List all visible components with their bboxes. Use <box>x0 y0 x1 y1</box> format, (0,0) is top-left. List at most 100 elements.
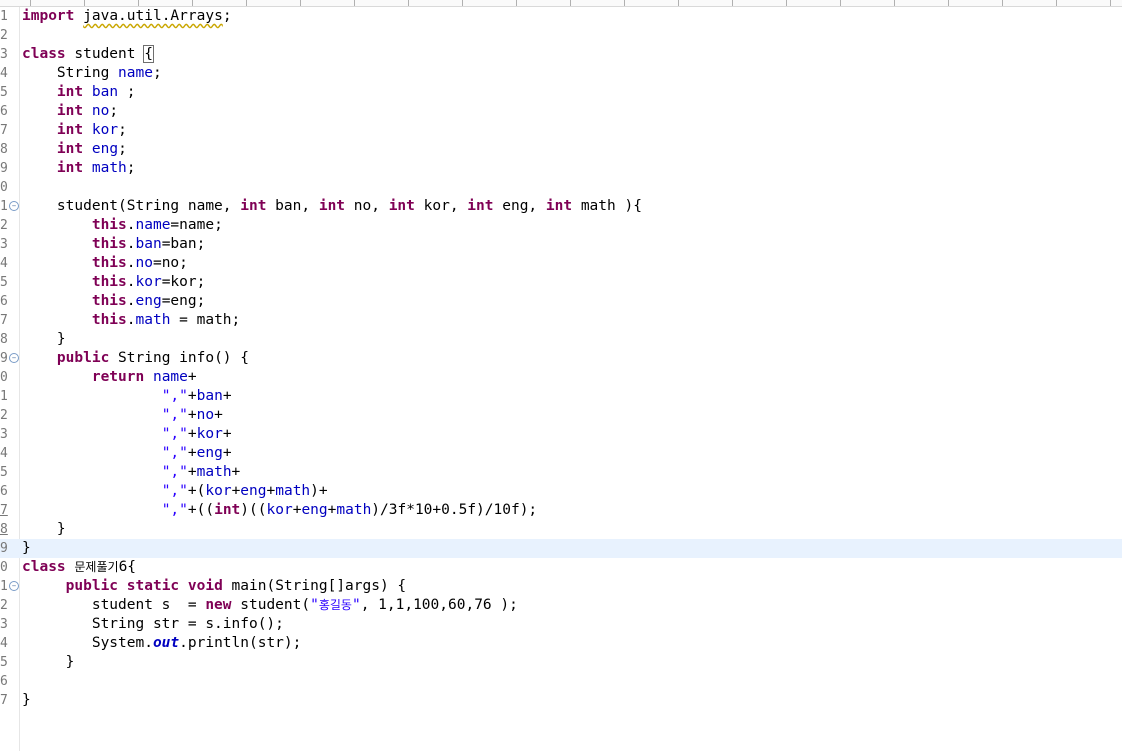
code-text[interactable]: ","+kor+ <box>22 425 232 444</box>
code-text[interactable]: System.out.println(str); <box>22 634 302 653</box>
code-text[interactable]: this.name=name; <box>22 216 223 235</box>
collapse-fold-icon[interactable]: − <box>9 353 19 363</box>
code-token: student(String name, <box>22 198 241 214</box>
code-line[interactable]: 6 this.eng=eng; <box>0 292 1122 311</box>
code-line[interactable]: 6 int no; <box>0 102 1122 121</box>
code-text[interactable]: ","+math+ <box>22 463 241 482</box>
code-text[interactable]: ","+((int)((kor+eng+math)/3f*10+0.5f)/10… <box>22 501 537 520</box>
code-line[interactable]: 3 ","+kor+ <box>0 425 1122 444</box>
code-line[interactable]: 5 this.kor=kor; <box>0 273 1122 292</box>
code-text[interactable]: this.ban=ban; <box>22 235 206 254</box>
code-line[interactable]: 6 <box>0 672 1122 691</box>
code-line[interactable]: 7 int kor; <box>0 121 1122 140</box>
code-text[interactable]: student s = new student("홍길동", 1,1,100,6… <box>22 596 518 615</box>
code-line[interactable]: 6 ","+(kor+eng+math)+ <box>0 482 1122 501</box>
code-text[interactable]: public static void main(String[]args) { <box>22 577 407 596</box>
code-text[interactable]: ","+no+ <box>22 406 223 425</box>
code-line[interactable]: 3 this.ban=ban; <box>0 235 1122 254</box>
code-text[interactable]: } <box>22 330 66 349</box>
code-line[interactable]: 2 ","+no+ <box>0 406 1122 425</box>
code-line[interactable]: 5 } <box>0 653 1122 672</box>
code-token: + <box>187 407 197 423</box>
code-token: kor <box>135 274 162 290</box>
code-text[interactable]: } <box>22 520 66 539</box>
code-line[interactable]: 8 } <box>0 330 1122 349</box>
code-token: . <box>126 217 136 233</box>
code-text[interactable]: student(String name, int ban, int no, in… <box>22 197 642 216</box>
code-line[interactable]: 0 <box>0 178 1122 197</box>
code-line[interactable]: 7} <box>0 691 1122 710</box>
code-text[interactable]: } <box>22 539 31 558</box>
line-number: 7 <box>0 313 8 328</box>
line-number: 8 <box>0 522 8 537</box>
code-line[interactable]: 1 ","+ban+ <box>0 387 1122 406</box>
code-text[interactable]: import java.util.Arrays; <box>22 7 232 26</box>
code-text[interactable]: int no; <box>22 102 118 121</box>
code-text[interactable]: int eng; <box>22 140 127 159</box>
code-token: { <box>143 45 154 63</box>
code-text[interactable]: class student { <box>22 45 154 64</box>
code-line[interactable]: 4 System.out.println(str); <box>0 634 1122 653</box>
line-number: 6 <box>0 104 8 119</box>
code-text[interactable]: String str = s.info(); <box>22 615 284 634</box>
code-text[interactable]: return name+ <box>22 368 197 387</box>
line-number: 5 <box>0 275 8 290</box>
ruler-tick <box>408 0 409 6</box>
code-line[interactable]: 5 int ban ; <box>0 83 1122 102</box>
code-text[interactable]: int kor; <box>22 121 127 140</box>
code-line[interactable]: 2 student s = new student("홍길동", 1,1,100… <box>0 596 1122 615</box>
code-text[interactable]: this.math = math; <box>22 311 240 330</box>
code-line[interactable]: 5 ","+math+ <box>0 463 1122 482</box>
code-token: ; <box>222 8 232 24</box>
code-token: } <box>22 540 31 556</box>
code-text[interactable]: ","+ban+ <box>22 387 232 406</box>
code-line[interactable]: 4 String name; <box>0 64 1122 83</box>
code-text[interactable]: String name; <box>22 64 162 83</box>
code-text[interactable]: int ban ; <box>22 83 136 102</box>
code-line[interactable]: 8 } <box>0 520 1122 539</box>
line-number: 3 <box>0 47 8 62</box>
collapse-fold-icon[interactable]: − <box>9 201 19 211</box>
collapse-fold-icon[interactable]: − <box>9 581 19 591</box>
code-text[interactable]: this.no=no; <box>22 254 188 273</box>
code-line[interactable]: 7 this.math = math; <box>0 311 1122 330</box>
ruler-tick <box>786 0 787 6</box>
code-text[interactable]: } <box>22 691 31 710</box>
code-text[interactable]: ","+eng+ <box>22 444 232 463</box>
code-token: )(( <box>240 502 267 518</box>
code-line[interactable]: 0 return name+ <box>0 368 1122 387</box>
code-line[interactable]: 2 this.name=name; <box>0 216 1122 235</box>
code-line[interactable]: 3 class student { <box>0 45 1122 64</box>
code-line[interactable]: 8 int eng; <box>0 140 1122 159</box>
code-editor[interactable]: 1 import java.util.Arrays; 2 3 class student… <box>0 0 1122 751</box>
code-line[interactable]: 9 int math; <box>0 159 1122 178</box>
code-token: + <box>266 483 276 499</box>
code-text[interactable]: public String info() { <box>22 349 249 368</box>
code-text[interactable]: int math; <box>22 159 136 178</box>
code-line[interactable]: 9− public String info() { <box>0 349 1122 368</box>
code-token: math <box>275 483 311 499</box>
code-line[interactable]: 9} <box>0 539 1122 558</box>
code-line[interactable]: 1− student(String name, int ban, int no,… <box>0 197 1122 216</box>
code-text[interactable]: } <box>22 653 75 672</box>
code-text[interactable]: class 문제풀기6{ <box>22 558 136 577</box>
code-line[interactable]: 1− public static void main(String[]args)… <box>0 577 1122 596</box>
code-line[interactable]: 4 this.no=no; <box>0 254 1122 273</box>
code-token: +( <box>187 483 206 499</box>
code-text[interactable]: this.eng=eng; <box>22 292 206 311</box>
code-text[interactable]: ","+(kor+eng+math)+ <box>22 482 328 501</box>
code-line[interactable]: 7 ","+((int)((kor+eng+math)/3f*10+0.5f)/… <box>0 501 1122 520</box>
code-line[interactable]: 1 import java.util.Arrays; <box>0 7 1122 26</box>
code-line[interactable]: 3 String str = s.info(); <box>0 615 1122 634</box>
code-line[interactable]: 0 class 문제풀기6{ <box>0 558 1122 577</box>
code-text[interactable]: this.kor=kor; <box>22 273 206 292</box>
code-line[interactable]: 4 ","+eng+ <box>0 444 1122 463</box>
code-line[interactable]: 2 <box>0 26 1122 45</box>
